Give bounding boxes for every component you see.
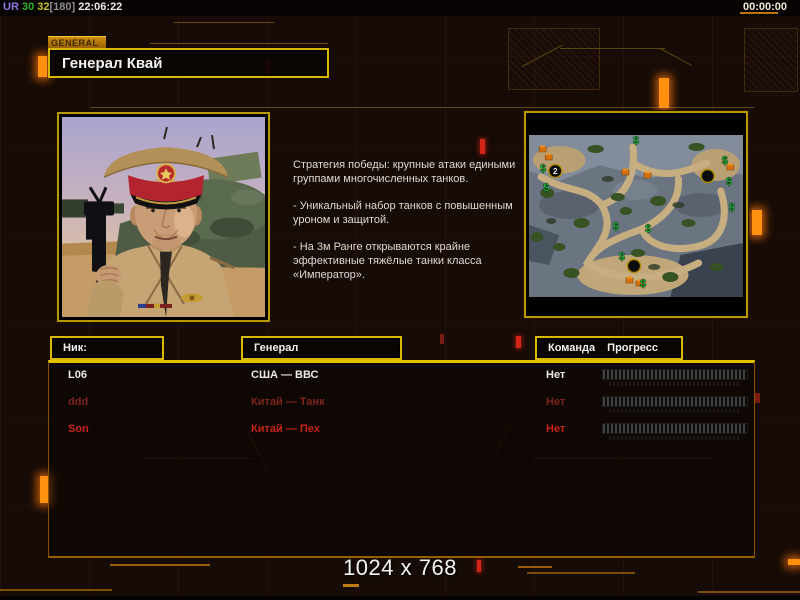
cell-nick: ddd bbox=[68, 396, 89, 408]
minimap-letterbox: $ $ $ $ $ $ $ $ $ $2 bbox=[526, 113, 746, 316]
metric-bracket: [180] bbox=[49, 1, 76, 13]
building-roof-icon bbox=[727, 163, 733, 166]
strategy-paragraph: - На 3м Ранге открываются крайне эффекти… bbox=[293, 241, 482, 281]
supply-dollar-icon: $ bbox=[543, 182, 549, 194]
progress-bar bbox=[602, 396, 748, 413]
cell-team: Нет bbox=[546, 369, 566, 381]
title-box: Генерал Квай bbox=[48, 48, 329, 78]
cell-nick: Son bbox=[68, 423, 89, 435]
cell-nick: L06 bbox=[68, 369, 87, 381]
circuit-trace bbox=[698, 591, 800, 593]
supply-dollar-icon: $ bbox=[613, 221, 619, 233]
header-progress-label: Прогресс bbox=[607, 342, 659, 354]
strategy-paragraph: Стратегия победы: крупные атаки едиными … bbox=[293, 159, 516, 185]
building-icon bbox=[643, 172, 652, 179]
strategy-paragraph: - Уникальный набор танков с повышенным у… bbox=[293, 200, 513, 226]
supply-dollar-icon: $ bbox=[726, 176, 732, 188]
alert-dash bbox=[440, 334, 444, 344]
header-general: Генерал bbox=[241, 336, 402, 360]
cell-team: Нет bbox=[546, 423, 566, 435]
header-nick-label: Ник: bbox=[63, 342, 87, 354]
page-title: Генерал Квай bbox=[62, 54, 163, 72]
strategy-description: Стратегия победы: крупные атаки едиными … bbox=[293, 158, 518, 295]
hatch-panel bbox=[508, 28, 600, 90]
table-row[interactable]: L06 США — ВВС Нет bbox=[49, 366, 754, 390]
minimap-panel: $ $ $ $ $ $ $ $ $ $2 bbox=[524, 111, 748, 318]
supply-dollar-icon: $ bbox=[722, 155, 728, 167]
hatch-panel bbox=[744, 28, 798, 92]
glow-block bbox=[752, 210, 762, 235]
table-row[interactable]: Son Китай — Пех Нет bbox=[49, 420, 754, 444]
cell-general: Китай — Танк bbox=[251, 396, 325, 408]
roster-table: L06 США — ВВС Нет ddd Китай — Танк Нет S… bbox=[48, 360, 755, 558]
building-icon bbox=[621, 169, 630, 176]
start-position-label: 2 bbox=[553, 167, 558, 176]
table-row[interactable]: ddd Китай — Танк Нет bbox=[49, 393, 754, 417]
progress-bar bbox=[602, 369, 748, 386]
circuit-trace bbox=[150, 43, 328, 44]
supply-dollar-icon: $ bbox=[645, 223, 651, 235]
building-roof-icon bbox=[645, 171, 651, 174]
building-roof-icon bbox=[546, 153, 552, 156]
start-position-marker bbox=[626, 258, 642, 274]
portrait-panel bbox=[57, 112, 270, 322]
circuit-trace bbox=[343, 584, 359, 587]
building-roof-icon bbox=[622, 168, 628, 171]
resolution-label: 1024 x 768 bbox=[343, 555, 457, 580]
alert-dash bbox=[480, 139, 485, 154]
building-roof-icon bbox=[540, 145, 546, 148]
circuit-trace bbox=[174, 22, 274, 23]
cell-general: США — ВВС bbox=[251, 369, 319, 381]
header-nick: Ник: bbox=[50, 336, 164, 360]
metric-label: UR bbox=[3, 1, 19, 13]
building-icon bbox=[544, 154, 553, 161]
top-status-bar: UR 30 32[180] 22:06:22 bbox=[0, 0, 800, 16]
supply-dollar-icon: $ bbox=[540, 163, 546, 175]
bottom-strip bbox=[0, 596, 800, 600]
progress-bar bbox=[602, 423, 748, 440]
start-position-marker bbox=[700, 168, 715, 184]
metric-yellow: 32 bbox=[37, 1, 50, 13]
match-timer: 00:00:00 bbox=[742, 1, 787, 13]
header-general-label: Генерал bbox=[254, 342, 299, 354]
building-icon bbox=[538, 146, 547, 153]
circuit-trace bbox=[659, 48, 693, 66]
cell-general: Китай — Пех bbox=[251, 423, 320, 435]
clock-readout: 22:06:22 bbox=[78, 1, 123, 13]
supply-dollar-icon: $ bbox=[633, 135, 639, 147]
supply-dollar-icon: $ bbox=[640, 278, 646, 290]
glow-block bbox=[659, 78, 669, 108]
building-roof-icon bbox=[626, 276, 632, 279]
loading-screen: UR 30 32[180] 22:06:22 00:00:00 GENERAL … bbox=[0, 0, 800, 600]
minimap-image: $ $ $ $ $ $ $ $ $ $2 bbox=[529, 135, 743, 297]
building-icon bbox=[625, 277, 634, 284]
tab-general[interactable]: GENERAL bbox=[48, 36, 106, 48]
glow-block bbox=[38, 56, 47, 77]
header-team-label: Команда bbox=[548, 342, 596, 354]
supply-dollar-icon: $ bbox=[729, 202, 735, 214]
metric-green: 30 bbox=[21, 1, 35, 13]
circuit-trace bbox=[0, 589, 112, 591]
header-team-progress: Команда Прогресс bbox=[535, 336, 683, 360]
cell-team: Нет bbox=[546, 396, 566, 408]
alert-dash bbox=[516, 336, 521, 348]
general-portrait-image bbox=[62, 117, 265, 317]
supply-dollar-icon: $ bbox=[619, 251, 625, 263]
debug-readout: UR 30 32[180] 22:06:22 bbox=[3, 1, 122, 13]
circuit-trace bbox=[90, 107, 754, 108]
